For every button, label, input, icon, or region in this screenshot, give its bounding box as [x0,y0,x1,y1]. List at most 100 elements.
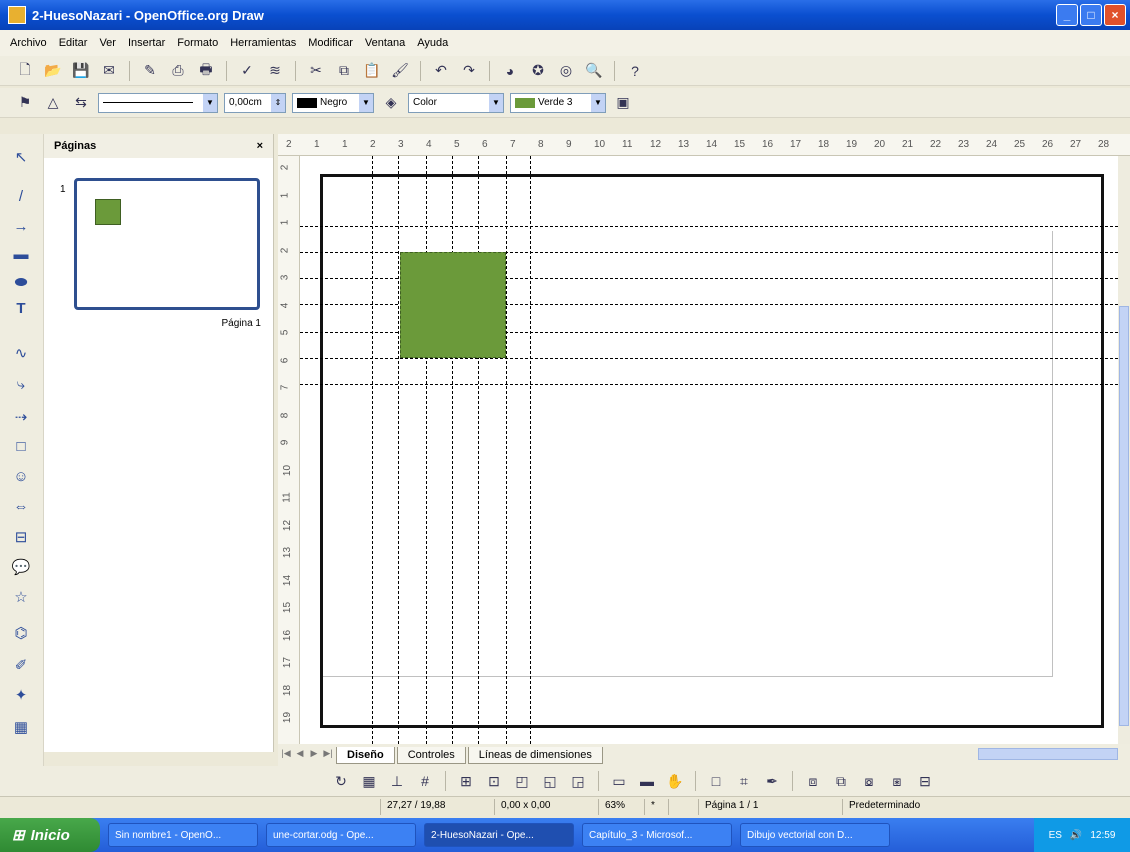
select-arrow-icon[interactable]: ↖ [8,148,34,170]
from-file-icon[interactable]: ▦ [8,718,34,740]
symbol-shapes-icon[interactable]: ☺ [8,468,34,490]
enter-group-icon[interactable]: ⧇ [858,770,880,792]
snap-margins-icon[interactable]: ⊡ [483,770,505,792]
next-tab-icon[interactable]: ▶ [308,748,320,762]
paste-icon[interactable]: 📋 [361,60,383,82]
taskbar-item[interactable]: Sin nombre1 - OpenO... [108,823,258,847]
edit-file-icon[interactable]: ✎ [139,60,161,82]
snap-line-vertical[interactable] [452,156,453,744]
line-tool-icon[interactable]: / [8,188,34,210]
menu-herramientas[interactable]: Herramientas [230,37,296,49]
format-paintbrush-icon[interactable]: 🖌 [389,60,411,82]
ungroup-icon[interactable]: ⧆ [886,770,908,792]
fontwork-icon[interactable]: ✦ [8,686,34,708]
callouts-icon[interactable]: 💬 [8,558,34,580]
line-color-select[interactable]: Negro ▼ [292,92,374,113]
basic-shapes-icon[interactable]: □ [8,438,34,460]
snap-helplines-icon[interactable]: ⊞ [455,770,477,792]
open-icon[interactable]: 📂 [42,60,64,82]
menu-ayuda[interactable]: Ayuda [417,37,448,49]
drawing-canvas[interactable] [300,156,1118,744]
chart-icon[interactable]: ◕ [499,60,521,82]
quick-edit-icon[interactable]: ✋ [664,770,686,792]
vertical-scrollbar[interactable] [1118,156,1130,744]
line-style-select[interactable]: ▼ [98,92,218,113]
snap-points-icon[interactable]: ◱ [539,770,561,792]
snap-line-horizontal[interactable] [300,226,1118,227]
menu-insertar[interactable]: Insertar [128,37,165,49]
scrollbar-thumb[interactable] [1119,306,1129,726]
tab-controles[interactable]: Controles [396,746,466,764]
arrow-line-icon[interactable]: → [8,218,34,240]
shadow-icon[interactable]: ▣ [612,92,634,114]
status-zoom[interactable]: 63% [598,798,644,815]
snap-line-horizontal[interactable] [300,384,1118,385]
allow-edit-icon[interactable]: ▬ [636,770,658,792]
redo-icon[interactable]: ↷ [458,60,480,82]
snap-line-vertical[interactable] [372,156,373,744]
export-pdf-icon[interactable]: ⎙ [167,60,189,82]
menu-editar[interactable]: Editar [59,37,88,49]
prev-tab-icon[interactable]: ◀ [294,748,306,762]
arrow-style-icon[interactable]: ⇆ [70,92,92,114]
minimize-button[interactable]: _ [1056,4,1078,26]
vertical-ruler[interactable]: 2 1 1 2 3 4 5 6 7 8 9 10 11 12 13 14 15 16 17 18 19 [278,156,300,744]
snap-frame-icon[interactable]: ◰ [511,770,533,792]
block-arrows-icon[interactable]: ⇔ [8,498,34,520]
flowchart-icon[interactable]: ⊟ [8,528,34,550]
taskbar-item[interactable]: Dibujo vectorial con D... [740,823,890,847]
maximize-button[interactable]: □ [1080,4,1102,26]
frame-icon[interactable]: ⊟ [914,770,936,792]
taskbar-item[interactable]: une-cortar.odg - Ope... [266,823,416,847]
snap-edges-icon[interactable]: ◲ [567,770,589,792]
snap-line-vertical[interactable] [426,156,427,744]
ellipse-icon[interactable]: ⬬ [8,274,34,296]
last-tab-icon[interactable]: ▶| [322,748,334,762]
text-icon[interactable]: T [8,300,34,322]
snap-line-vertical[interactable] [478,156,479,744]
snap-line-vertical[interactable] [530,156,531,744]
menu-ver[interactable]: Ver [99,37,116,49]
snap-line-vertical[interactable] [398,156,399,744]
area-fill-icon[interactable]: ◈ [380,92,402,114]
undo-icon[interactable]: ↶ [430,60,452,82]
navigator-icon[interactable]: ✪ [527,60,549,82]
autospell-icon[interactable]: ≋ [264,60,286,82]
taskbar-item-active[interactable]: 2-HuesoNazari - Ope... [424,823,574,847]
close-button[interactable]: × [1104,4,1126,26]
print-icon[interactable]: 🖶 [195,60,217,82]
help-icon[interactable]: ? [624,60,646,82]
tray-icon[interactable]: 🔊 [1070,830,1082,841]
email-icon[interactable]: ✉ [98,60,120,82]
lines-arrows-icon[interactable]: ⇢ [8,408,34,430]
text-only-icon[interactable]: □ [705,770,727,792]
gallery-icon[interactable]: ◎ [555,60,577,82]
cut-icon[interactable]: ✂ [305,60,327,82]
snap-line-vertical[interactable] [506,156,507,744]
new-document-icon[interactable]: 🗋 [14,60,36,82]
curve-icon[interactable]: ∿ [8,344,34,366]
show-grid-icon[interactable]: ▦ [358,770,380,792]
copy-icon[interactable]: ⧉ [333,60,355,82]
area-color-select[interactable]: Verde 3 ▼ [510,92,606,113]
tab-lineas-dimensiones[interactable]: Líneas de dimensiones [467,746,603,764]
horizontal-ruler[interactable]: 2 1 1 2 3 4 5 6 7 8 9 10 11 12 13 14 15 16 17 18 19 20 21 22 23 2… [278,134,1130,156]
large-handles-icon[interactable]: ⧈ [802,770,824,792]
points-icon[interactable]: ⌬ [8,624,34,646]
tab-diseno[interactable]: Diseño [336,746,395,764]
menu-archivo[interactable]: Archivo [10,37,47,49]
connector-icon[interactable]: ⤷ [8,376,34,398]
styles-icon[interactable]: ⚑ [14,92,36,114]
create-object-icon[interactable]: ▭ [608,770,630,792]
simple-handles-icon[interactable]: ✒ [761,770,783,792]
taskbar-item[interactable]: Capítulo_3 - Microsof... [582,823,732,847]
area-style-select[interactable]: Color ▼ [408,92,504,113]
green-rectangle-shape[interactable] [400,252,506,358]
close-panel-button[interactable]: × [257,140,263,152]
line-icon[interactable]: △ [42,92,64,114]
save-icon[interactable]: 💾 [70,60,92,82]
page-thumbnail[interactable] [74,178,260,310]
menu-modificar[interactable]: Modificar [308,37,353,49]
stars-icon[interactable]: ☆ [8,588,34,610]
horizontal-scrollbar[interactable] [978,748,1118,760]
